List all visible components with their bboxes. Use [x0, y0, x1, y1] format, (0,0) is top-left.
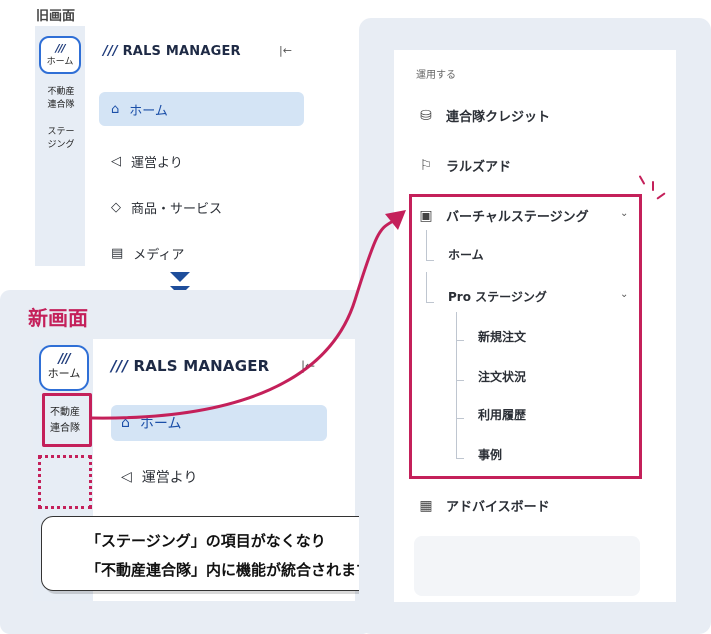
- connector-arrow: [91, 210, 406, 420]
